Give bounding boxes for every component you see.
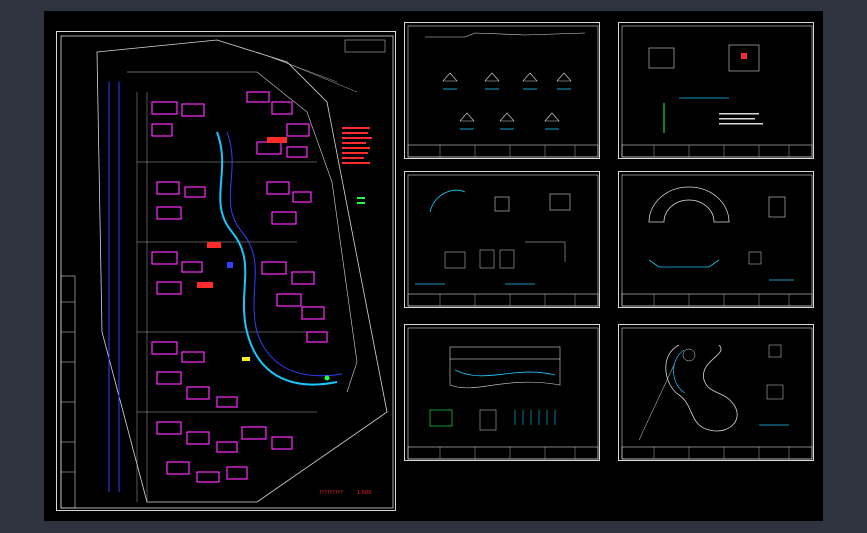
sheet-1-drawing (407, 25, 599, 158)
sheet-2-drawing (621, 25, 813, 158)
detail-sheet-5 (404, 324, 600, 461)
cad-drawing-canvas[interactable]: ????????? 1:500 (44, 11, 823, 521)
sheet-4-drawing (621, 174, 813, 307)
detail-sheet-3 (404, 171, 600, 308)
site-plan-drawing: ????????? 1:500 (60, 35, 394, 509)
sheet-6-drawing (621, 327, 813, 460)
sheet-5-drawing (407, 327, 599, 460)
detail-sheet-2 (618, 22, 814, 159)
site-plan-title: ????????? (319, 490, 343, 496)
detail-sheet-1 (404, 22, 600, 159)
site-plan-scale: 1:500 (357, 490, 371, 496)
detail-sheet-4 (618, 171, 814, 308)
sheet-3-drawing (407, 174, 599, 307)
building-blocks (151, 91, 328, 483)
main-site-plan-sheet: ????????? 1:500 (56, 31, 396, 511)
detail-sheet-6 (618, 324, 814, 461)
